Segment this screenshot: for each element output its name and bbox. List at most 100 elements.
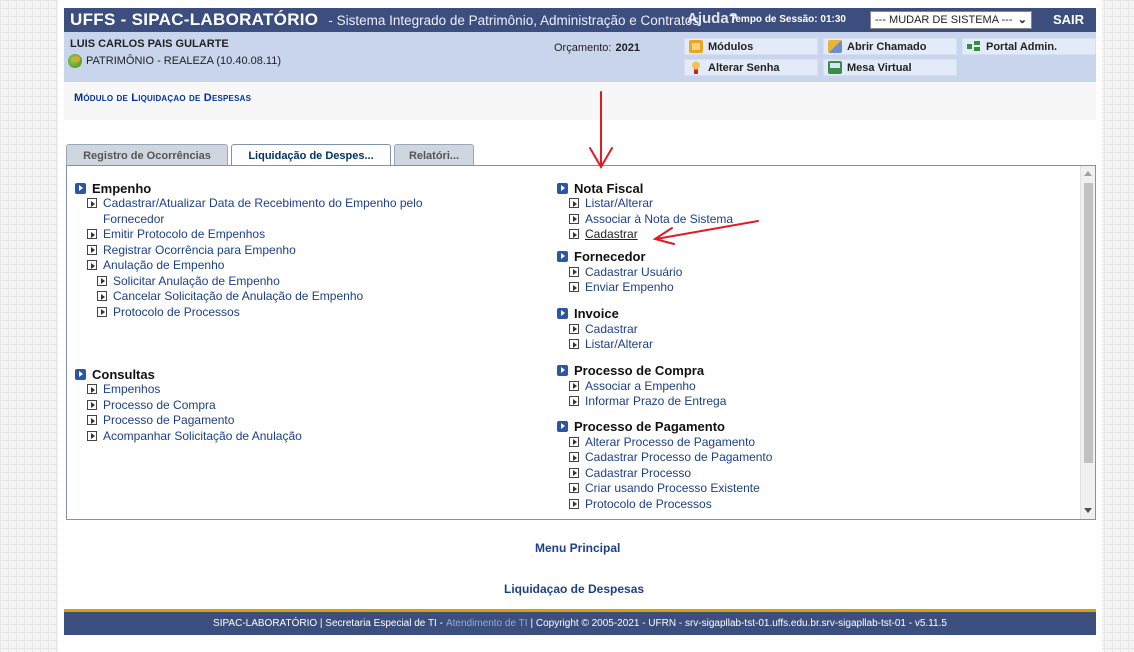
menu-item-label: Informar Prazo de Entrega xyxy=(585,394,727,408)
section-title: Fornecedor xyxy=(574,249,646,264)
section-title: Empenho xyxy=(92,180,152,196)
menu-item-label: Cadastrar xyxy=(585,227,638,241)
session-timer: Tempo de Sessão: 01:30 xyxy=(730,14,846,25)
menu-item-enviar-empenho[interactable]: Enviar Empenho xyxy=(557,280,1027,296)
menu-item-cadastrar-processo[interactable]: Cadastrar Processo xyxy=(557,466,1027,482)
modules-icon xyxy=(689,40,703,53)
menu-panel: Empenho Cadastrar/Atualizar Data de Rece… xyxy=(66,165,1096,520)
menu-item-informar-prazo[interactable]: Informar Prazo de Entrega xyxy=(557,394,1027,410)
menu-item-anulacao-empenho[interactable]: Anulação de Empenho xyxy=(75,258,495,274)
menu-item-label: Protocolo de Processos xyxy=(113,304,240,319)
section-fornecedor: Fornecedor xyxy=(557,249,1027,265)
menu-item-label: Cancelar Solicitação de Anulação de Empe… xyxy=(113,289,364,303)
menu-item-consulta-empenhos[interactable]: Empenhos xyxy=(75,382,495,398)
item-bullet-icon xyxy=(87,399,97,410)
section-processo-pagamento: Processo de Pagamento xyxy=(557,419,1027,435)
item-bullet-icon xyxy=(87,260,97,270)
user-unit[interactable]: PATRIMÔNIO - REALEZA (10.40.08.11) xyxy=(68,54,281,68)
menu-item-label: Solicitar Anulação de Empenho xyxy=(113,273,280,288)
menu-item-alterar-processo-pagamento[interactable]: Alterar Processo de Pagamento xyxy=(557,435,1027,451)
item-bullet-icon xyxy=(569,396,579,406)
system-subtitle: - Sistema Integrado de Patrimônio, Admin… xyxy=(328,12,700,28)
item-bullet-icon xyxy=(569,198,579,208)
scroll-down-icon[interactable] xyxy=(1084,508,1092,513)
tab-registro-ocorrencias[interactable]: Registro de Ocorrências xyxy=(66,144,228,166)
menu-item-pagamento-protocolo-processos[interactable]: Protocolo de Processos xyxy=(557,497,1027,513)
section-bullet-icon xyxy=(557,421,568,432)
logout-button[interactable]: SAIR xyxy=(1053,12,1084,27)
menu-principal-link[interactable]: Menu Principal xyxy=(535,541,620,555)
section-empenho: Empenho xyxy=(75,180,495,196)
menu-item-label: Associar à Nota de Sistema xyxy=(585,211,734,226)
menu-item-label: Cadastrar Processo de Pagamento xyxy=(585,450,773,464)
menu-item-nf-listar-alterar[interactable]: Listar/Alterar xyxy=(557,196,1027,212)
menu-item-label: Emitir Protocolo de Empenhos xyxy=(103,227,266,241)
abrir-chamado-label: Abrir Chamado xyxy=(847,40,927,53)
item-bullet-icon xyxy=(569,323,579,334)
tab-relatorios[interactable]: Relatóri... xyxy=(394,144,474,166)
budget-label: Orçamento: xyxy=(554,42,612,54)
mesa-virtual-button[interactable]: Mesa Virtual xyxy=(823,59,957,76)
modulos-label: Módulos xyxy=(708,40,754,53)
footer-atendimento-link[interactable]: Atendimento de TI xyxy=(446,618,528,629)
liquidacao-despesas-link[interactable]: Liquidaçao de Despesas xyxy=(504,582,644,596)
alterar-senha-button[interactable]: Alterar Senha xyxy=(684,59,818,76)
item-bullet-icon xyxy=(97,306,107,317)
section-bullet-icon xyxy=(557,251,568,262)
user-unit-label: PATRIMÔNIO - REALEZA (10.40.08.11) xyxy=(86,55,282,67)
chevron-down-icon: ⌄ xyxy=(1017,14,1027,26)
menu-item-solicitar-anulacao[interactable]: Solicitar Anulação de Empenho xyxy=(75,274,495,290)
menu-item-nf-cadastrar[interactable]: Cadastrar xyxy=(557,227,1027,243)
item-bullet-icon xyxy=(87,384,97,394)
left-column: Empenho Cadastrar/Atualizar Data de Rece… xyxy=(75,180,495,444)
section-title: Invoice xyxy=(574,306,619,321)
menu-item-associar-empenho[interactable]: Associar a Empenho xyxy=(557,379,1027,395)
item-bullet-icon xyxy=(569,282,579,292)
scroll-up-icon[interactable] xyxy=(1084,171,1092,176)
section-title: Consultas xyxy=(92,366,155,382)
menu-item-cadastrar-data-recebimento[interactable]: Cadastrar/Atualizar Data de Recebimento … xyxy=(75,196,495,227)
menu-item-label: Listar/Alterar xyxy=(585,337,654,351)
portal-icon xyxy=(967,40,981,53)
menu-item-nf-associar[interactable]: Associar à Nota de Sistema xyxy=(557,212,1027,228)
item-bullet-icon xyxy=(569,266,579,277)
item-bullet-icon xyxy=(97,275,107,286)
portal-admin-button[interactable]: Portal Admin. xyxy=(962,38,1096,55)
tab-liquidacao-despesas[interactable]: Liquidação de Despes... xyxy=(231,144,391,167)
alterar-senha-label: Alterar Senha xyxy=(708,61,780,74)
menu-item-protocolo-processos[interactable]: Protocolo de Processos xyxy=(75,305,495,321)
menu-item-invoice-listar[interactable]: Listar/Alterar xyxy=(557,337,1027,353)
menu-item-label: Enviar Empenho xyxy=(585,280,674,294)
menu-item-cadastrar-usuario[interactable]: Cadastrar Usuário xyxy=(557,265,1027,281)
menu-item-cancelar-solicitacao[interactable]: Cancelar Solicitação de Anulação de Empe… xyxy=(75,289,495,305)
user-bar: LUIS CARLOS PAIS GULARTE PATRIMÔNIO - RE… xyxy=(64,32,1096,82)
menu-item-criar-processo-existente[interactable]: Criar usando Processo Existente xyxy=(557,481,1027,497)
abrir-chamado-button[interactable]: Abrir Chamado xyxy=(823,38,957,55)
menu-item-label: Processo de Compra xyxy=(103,397,216,412)
menu-item-consulta-processo-pagamento[interactable]: Processo de Pagamento xyxy=(75,413,495,429)
menu-item-label: Protocolo de Processos xyxy=(585,496,712,511)
system-select[interactable]: --- MUDAR DE SISTEMA --- ⌄ xyxy=(870,11,1032,29)
menu-item-emitir-protocolo[interactable]: Emitir Protocolo de Empenhos xyxy=(75,227,495,243)
menu-item-acompanhar-solicitacao[interactable]: Acompanhar Solicitação de Anulação xyxy=(75,429,495,445)
footer-text-2: | Copyright © 2005-2021 - UFRN - srv-sig… xyxy=(530,618,947,629)
section-invoice: Invoice xyxy=(557,306,1027,322)
item-bullet-icon xyxy=(87,415,97,425)
modulos-button[interactable]: Módulos xyxy=(684,38,818,55)
budget: Orçamento: 2021 xyxy=(554,42,640,54)
module-bar: Módulo de Liquidaçao de Despesas xyxy=(64,82,1096,120)
menu-item-label: Registrar Ocorrência para Empenho xyxy=(103,242,296,257)
item-bullet-icon xyxy=(569,483,579,493)
menu-item-consulta-processo-compra[interactable]: Processo de Compra xyxy=(75,398,495,414)
item-bullet-icon xyxy=(569,229,579,239)
panel-scrollbar[interactable] xyxy=(1080,166,1095,519)
tab-bar: Registro de Ocorrências Liquidação de De… xyxy=(66,144,474,167)
unit-change-icon[interactable] xyxy=(68,54,82,68)
menu-item-cadastrar-processo-pagamento[interactable]: Cadastrar Processo de Pagamento xyxy=(557,450,1027,466)
menu-item-label: Anulação de Empenho xyxy=(103,258,225,272)
scroll-thumb[interactable] xyxy=(1084,183,1093,463)
menu-item-invoice-cadastrar[interactable]: Cadastrar xyxy=(557,322,1027,338)
item-bullet-icon xyxy=(569,498,579,509)
menu-item-registrar-ocorrencia[interactable]: Registrar Ocorrência para Empenho xyxy=(75,243,495,259)
mesa-virtual-label: Mesa Virtual xyxy=(847,61,912,74)
